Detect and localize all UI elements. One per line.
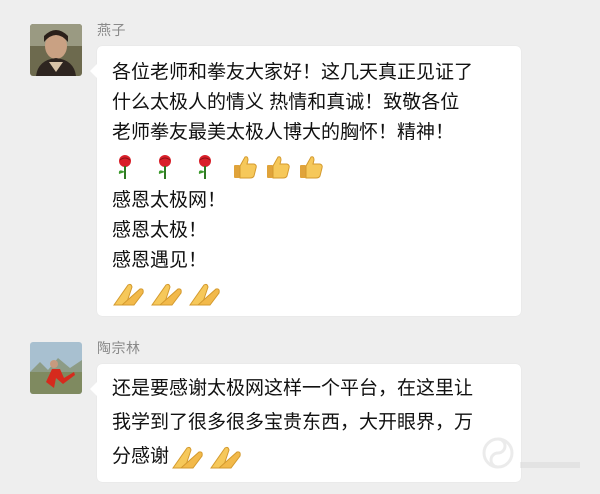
message-bubble[interactable]: 还是要感谢太极网这样一个平台，在这里让 我学到了很多很多宝贵东西，大开眼界，万 … <box>90 364 521 482</box>
watermark-logo <box>482 437 580 469</box>
rose-icon <box>198 155 211 179</box>
avatar[interactable] <box>30 24 82 76</box>
message-text-line: 感恩太极网！ <box>112 190 227 211</box>
pray-icon <box>210 446 241 469</box>
message-text-line: 各位老师和拳友大家好！这几天真正见证了 <box>112 62 474 83</box>
pray-icon <box>172 446 203 469</box>
pray-icon <box>189 283 220 306</box>
message-text: 分感谢 <box>112 446 170 467</box>
sender-name: 燕子 <box>97 22 126 38</box>
emoji-row <box>112 276 473 312</box>
thumbs-up-icon <box>300 156 323 179</box>
message-text-line: 我学到了很多很多宝贵东西，大开眼界，万 <box>112 412 474 433</box>
thumbs-up-icon <box>234 156 257 179</box>
chat-message-1: 燕子 各位老师和拳友大家好！这几天真正见证了 什么太极人的情义 热情和真诚！致敬… <box>0 0 600 330</box>
avatar[interactable] <box>30 342 82 394</box>
message-text-line: 感恩遇见！ <box>112 250 208 271</box>
rose-icon <box>158 155 171 179</box>
sender-name: 陶宗林 <box>97 340 141 356</box>
message-text-line: 什么太极人的情义 热情和真诚！致敬各位 <box>112 92 460 113</box>
message-text-line: 感恩太极！ <box>112 220 208 241</box>
message-bubble[interactable]: 各位老师和拳友大家好！这几天真正见证了 什么太极人的情义 热情和真诚！致敬各位 … <box>90 46 521 316</box>
message-text-line: 还是要感谢太极网这样一个平台，在这里让 <box>112 378 474 399</box>
thumbs-up-icon <box>267 156 290 179</box>
rose-icon <box>118 155 131 179</box>
pray-icon <box>151 283 182 306</box>
message-text-line-last: 分感谢 <box>112 442 473 472</box>
message-text-line: 老师拳友最美太极人博大的胸怀！精神！ <box>112 122 455 143</box>
emoji-row <box>112 148 473 186</box>
pray-icon <box>113 283 144 306</box>
